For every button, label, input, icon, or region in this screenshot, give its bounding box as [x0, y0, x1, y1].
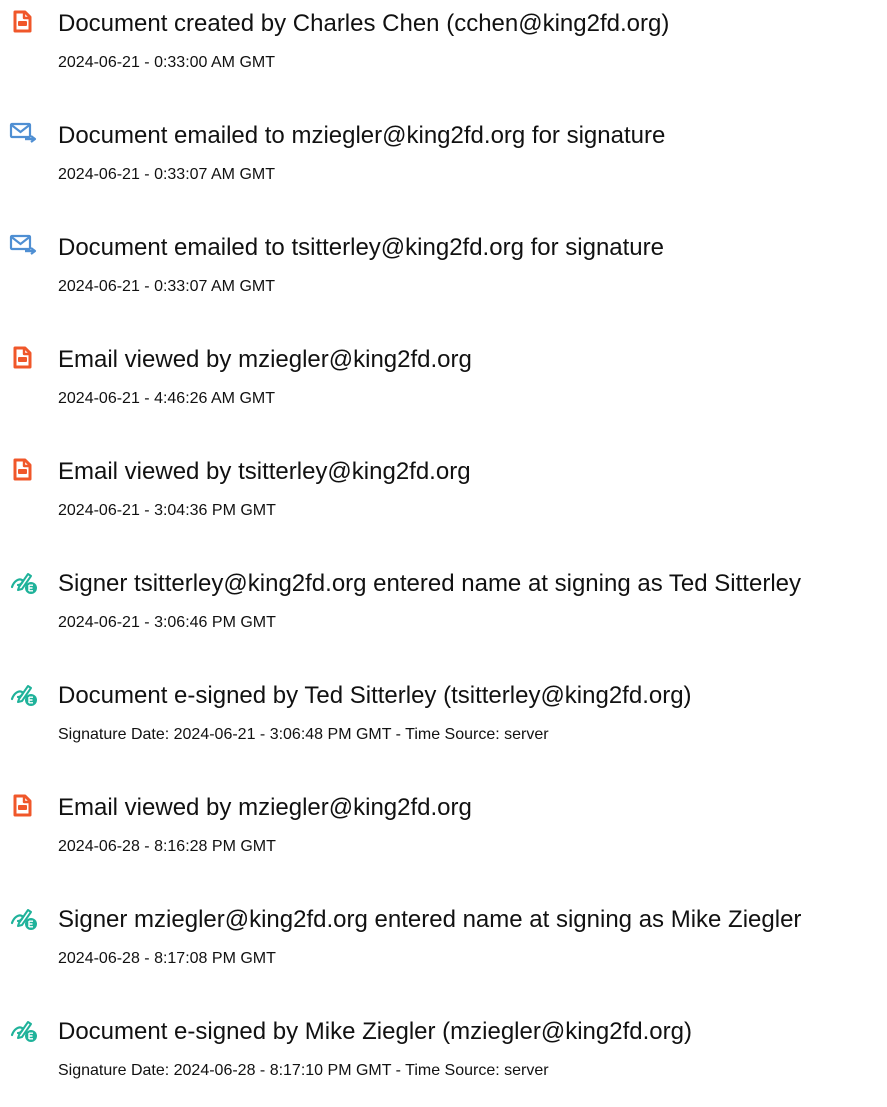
document-icon [9, 345, 39, 373]
event-timestamp: 2024-06-21 - 0:33:00 AM GMT [58, 54, 275, 71]
event-title: Signer tsitterley@king2fd.org entered na… [58, 570, 801, 597]
event-timestamp: 2024-06-21 - 3:06:46 PM GMT [58, 614, 276, 631]
audit-event: Document created by Charles Chen (cchen@… [0, 0, 887, 90]
audit-event: Email viewed by mziegler@king2fd.org 202… [0, 784, 887, 874]
audit-event: Email viewed by mziegler@king2fd.org 202… [0, 336, 887, 426]
audit-event: Signer mziegler@king2fd.org entered name… [0, 896, 887, 986]
email-sent-icon [9, 121, 39, 149]
event-title: Document e-signed by Mike Ziegler (mzieg… [58, 1018, 692, 1045]
event-timestamp: Signature Date: 2024-06-28 - 8:17:10 PM … [58, 1062, 549, 1079]
event-title: Email viewed by tsitterley@king2fd.org [58, 458, 471, 485]
event-title: Document created by Charles Chen (cchen@… [58, 10, 670, 37]
event-timestamp: 2024-06-28 - 8:17:08 PM GMT [58, 950, 276, 967]
event-title: Email viewed by mziegler@king2fd.org [58, 346, 472, 373]
event-title: Document emailed to tsitterley@king2fd.o… [58, 234, 664, 261]
event-title: Email viewed by mziegler@king2fd.org [58, 794, 472, 821]
email-sent-icon [9, 233, 39, 261]
audit-event: Email viewed by tsitterley@king2fd.org 2… [0, 448, 887, 538]
event-title: Document e-signed by Ted Sitterley (tsit… [58, 682, 692, 709]
document-icon [9, 793, 39, 821]
event-timestamp: 2024-06-28 - 8:16:28 PM GMT [58, 838, 276, 855]
event-timestamp: Signature Date: 2024-06-21 - 3:06:48 PM … [58, 726, 549, 743]
audit-event: Document e-signed by Mike Ziegler (mzieg… [0, 1008, 887, 1098]
event-title: Signer mziegler@king2fd.org entered name… [58, 906, 802, 933]
audit-event: Signer tsitterley@king2fd.org entered na… [0, 560, 887, 650]
document-icon [9, 457, 39, 485]
signature-icon [9, 569, 39, 597]
audit-event-list: Document created by Charles Chen (cchen@… [0, 0, 887, 1107]
event-title: Document emailed to mziegler@king2fd.org… [58, 122, 666, 149]
event-timestamp: 2024-06-21 - 0:33:07 AM GMT [58, 278, 275, 295]
audit-event: Document e-signed by Ted Sitterley (tsit… [0, 672, 887, 762]
event-timestamp: 2024-06-21 - 3:04:36 PM GMT [58, 502, 276, 519]
event-timestamp: 2024-06-21 - 4:46:26 AM GMT [58, 390, 275, 407]
event-timestamp: 2024-06-21 - 0:33:07 AM GMT [58, 166, 275, 183]
signature-icon [9, 1017, 39, 1045]
signature-icon [9, 905, 39, 933]
audit-event: Document emailed to mziegler@king2fd.org… [0, 112, 887, 202]
document-icon [9, 9, 39, 37]
audit-event: Document emailed to tsitterley@king2fd.o… [0, 224, 887, 314]
signature-icon [9, 681, 39, 709]
